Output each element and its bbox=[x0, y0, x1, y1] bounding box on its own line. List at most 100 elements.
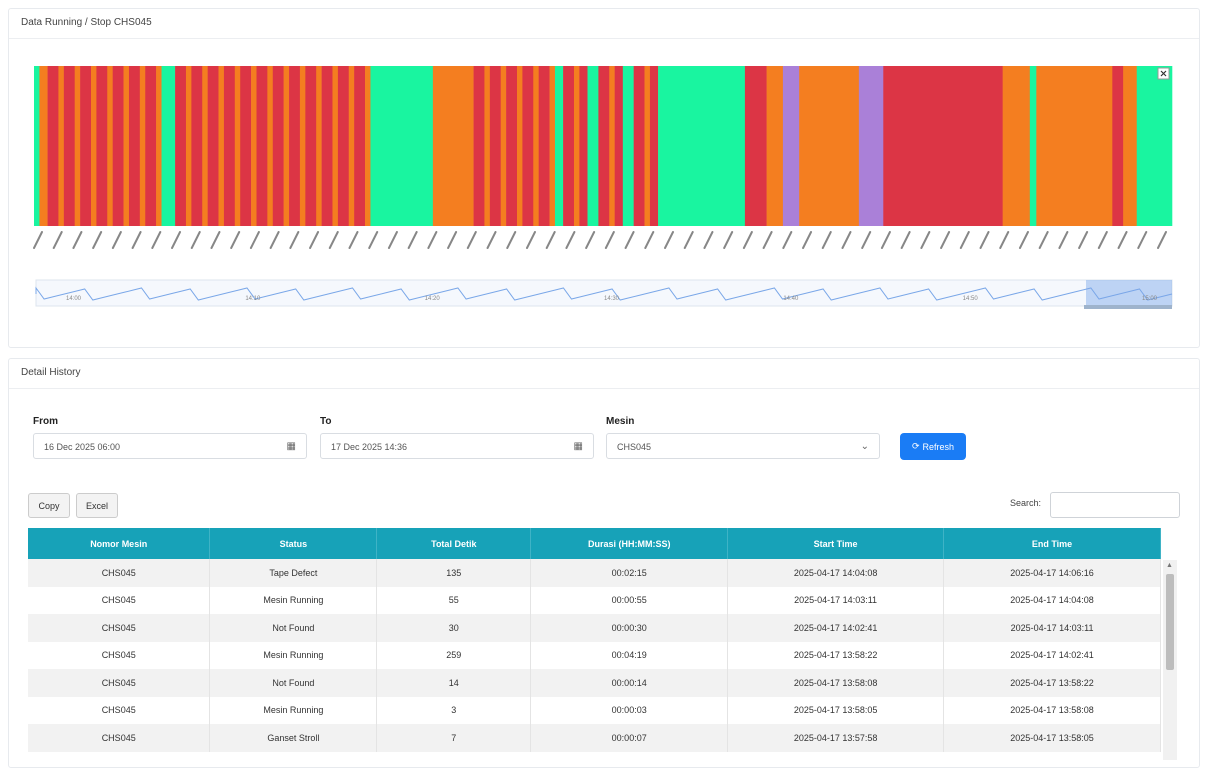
timeline-segment[interactable] bbox=[107, 66, 113, 226]
timeline-segment[interactable] bbox=[112, 66, 124, 226]
timeline-segment[interactable] bbox=[128, 66, 141, 226]
to-datetime-input[interactable]: 17 Dec 2025 14:36 ▦ bbox=[320, 433, 594, 459]
navigator[interactable] bbox=[35, 279, 1173, 307]
timeline-segment[interactable] bbox=[365, 66, 371, 226]
timeline-segment[interactable] bbox=[305, 66, 317, 226]
timeline-segment[interactable] bbox=[1029, 66, 1037, 226]
excel-button[interactable]: Excel bbox=[76, 493, 118, 518]
timeline-segment[interactable] bbox=[799, 66, 860, 226]
timeline-segment[interactable] bbox=[1002, 66, 1031, 226]
timeline-segment[interactable] bbox=[234, 66, 241, 226]
timeline-segment[interactable] bbox=[223, 66, 236, 226]
timeline-segment[interactable] bbox=[370, 66, 434, 226]
timeline-segment[interactable] bbox=[283, 66, 290, 226]
timeline-segment[interactable] bbox=[299, 66, 306, 226]
timeline-segment[interactable] bbox=[489, 66, 501, 226]
timeline-segment[interactable] bbox=[658, 66, 746, 226]
timeline-segment[interactable] bbox=[538, 66, 550, 226]
timeline-segment[interactable] bbox=[251, 66, 257, 226]
timeline-segment[interactable] bbox=[207, 66, 219, 226]
timeline-segment[interactable] bbox=[622, 66, 634, 226]
column-header[interactable]: Total Detik bbox=[376, 528, 532, 559]
timeline-segment[interactable] bbox=[256, 66, 268, 226]
timeline-segment[interactable] bbox=[145, 66, 157, 226]
timeline-segment[interactable] bbox=[34, 66, 40, 226]
timeline-segment[interactable] bbox=[175, 66, 187, 226]
from-datetime-input[interactable]: 16 Dec 2025 06:00 ▦ bbox=[33, 433, 307, 459]
timeline-segment[interactable] bbox=[289, 66, 301, 226]
navigator-selection[interactable] bbox=[1086, 280, 1172, 306]
timeline-segment[interactable] bbox=[533, 66, 539, 226]
timeline-segment[interactable] bbox=[644, 66, 651, 226]
timeline-segment[interactable] bbox=[316, 66, 322, 226]
timeline-segment[interactable] bbox=[766, 66, 784, 226]
timeline-segment[interactable] bbox=[782, 66, 800, 226]
timeline-segment[interactable] bbox=[587, 66, 599, 226]
timeline-segment[interactable] bbox=[563, 66, 575, 226]
column-header[interactable]: End Time bbox=[943, 528, 1161, 559]
timeline-segment[interactable] bbox=[649, 66, 659, 226]
search-input[interactable] bbox=[1050, 492, 1180, 518]
calendar-icon[interactable]: ▦ bbox=[287, 441, 296, 452]
scrollbar-thumb[interactable] bbox=[1166, 574, 1174, 670]
timeline-segment[interactable] bbox=[47, 66, 59, 226]
timeline-segment[interactable] bbox=[63, 66, 75, 226]
timeline-segment[interactable] bbox=[96, 66, 108, 226]
timeline-segment[interactable] bbox=[74, 66, 81, 226]
timeline-segment[interactable] bbox=[80, 66, 92, 226]
timeline-segment[interactable] bbox=[633, 66, 645, 226]
timeline-segment[interactable] bbox=[272, 66, 284, 226]
timeline-segment[interactable] bbox=[614, 66, 624, 226]
timeline-segment[interactable] bbox=[473, 66, 485, 226]
timeline-segment[interactable] bbox=[858, 66, 884, 226]
timeline-segment[interactable] bbox=[321, 66, 333, 226]
timeline-segment[interactable] bbox=[139, 66, 146, 226]
column-header[interactable]: Durasi (HH:MM:SS) bbox=[530, 528, 729, 559]
timeline-segment[interactable] bbox=[39, 66, 48, 226]
timeline-chart[interactable]: 14:00 14:10 14:20 14:30 14:40 14:50 15:00 bbox=[22, 52, 1182, 332]
timeline-segment[interactable] bbox=[348, 66, 355, 226]
timeline-segment[interactable] bbox=[554, 66, 564, 226]
timeline-segment[interactable] bbox=[354, 66, 366, 226]
timeline-segment[interactable] bbox=[1123, 66, 1138, 226]
mesin-select[interactable]: CHS045 ⌄ bbox=[606, 433, 880, 459]
timeline-segment[interactable] bbox=[240, 66, 252, 226]
timeline-segment[interactable] bbox=[185, 66, 192, 226]
timeline-segment[interactable] bbox=[123, 66, 130, 226]
timeline-segment[interactable] bbox=[337, 66, 350, 226]
timeline-segment[interactable] bbox=[218, 66, 225, 226]
timeline-segment[interactable] bbox=[744, 66, 767, 226]
timeline-segment[interactable] bbox=[598, 66, 610, 226]
timeline-segment[interactable] bbox=[202, 66, 208, 226]
timeline-segment[interactable] bbox=[573, 66, 580, 226]
column-header[interactable]: Nomor Mesin bbox=[28, 528, 211, 559]
table-scrollbar[interactable]: ▲ bbox=[1163, 560, 1177, 760]
timeline-segment[interactable] bbox=[1112, 66, 1124, 226]
timeline-segment[interactable] bbox=[516, 66, 523, 226]
timeline-segment[interactable] bbox=[1036, 66, 1113, 226]
timeline-segment[interactable] bbox=[500, 66, 507, 226]
timeline-segment[interactable] bbox=[484, 66, 491, 226]
copy-button[interactable]: Copy bbox=[28, 493, 70, 518]
column-header[interactable]: Status bbox=[209, 528, 378, 559]
timeline-segment[interactable] bbox=[161, 66, 176, 226]
column-header[interactable]: Start Time bbox=[727, 528, 945, 559]
timeline-segment[interactable] bbox=[579, 66, 588, 226]
timeline-segment[interactable] bbox=[1136, 66, 1173, 226]
timeline-segment[interactable] bbox=[432, 66, 474, 226]
timeline-segment[interactable] bbox=[522, 66, 534, 226]
timeline-segment[interactable] bbox=[506, 66, 518, 226]
timeline-segment[interactable] bbox=[90, 66, 97, 226]
timeline-segment[interactable] bbox=[58, 66, 65, 226]
timeline-segment[interactable] bbox=[332, 66, 339, 226]
navigator-scrollbar[interactable] bbox=[1084, 305, 1172, 309]
timeline-segment[interactable] bbox=[191, 66, 203, 226]
refresh-button[interactable]: ⟳ Refresh bbox=[900, 433, 966, 460]
timeline-segment[interactable] bbox=[883, 66, 1003, 226]
timeline-segment[interactable] bbox=[609, 66, 615, 226]
scroll-up-icon[interactable]: ▲ bbox=[1166, 562, 1173, 569]
timeline-segment[interactable] bbox=[156, 66, 162, 226]
timeline-segment[interactable] bbox=[549, 66, 556, 226]
calendar-icon[interactable]: ▦ bbox=[574, 441, 583, 452]
timeline-segment[interactable] bbox=[267, 66, 274, 226]
